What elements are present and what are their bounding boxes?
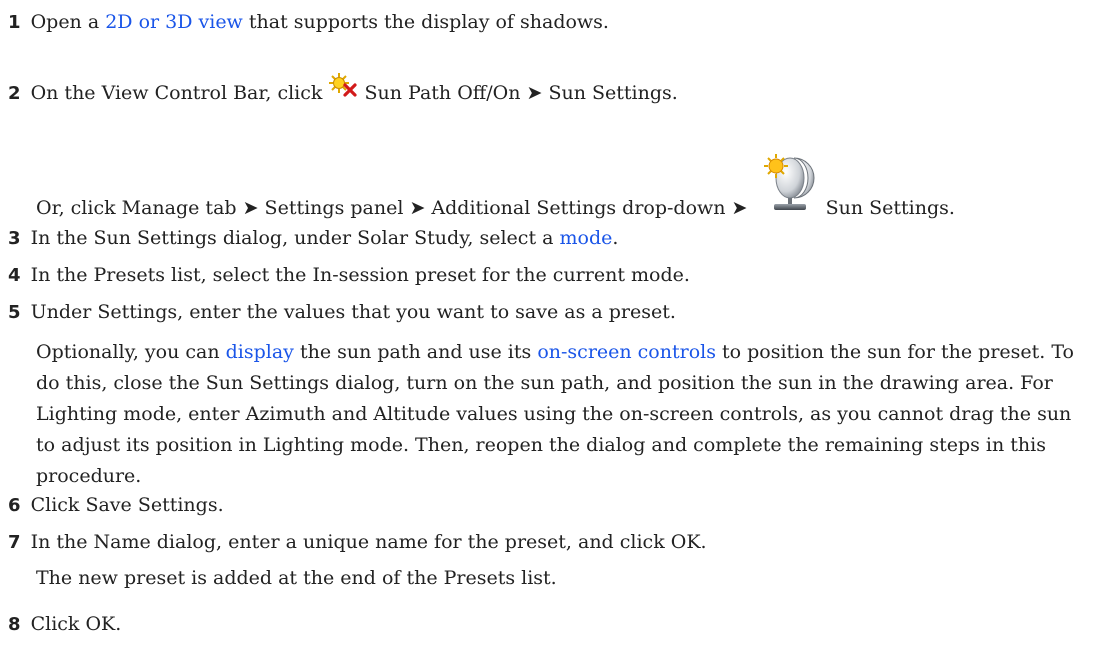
step-5-note: Optionally, you can display the sun path… bbox=[36, 337, 1086, 492]
step-text: that supports the display of shadows. bbox=[248, 11, 609, 33]
step-2-alternative: Or, click Manage tab ➤ Settings panel ➤ … bbox=[36, 154, 955, 220]
step-number: 4 bbox=[8, 265, 21, 286]
step-text: Sun Path Off/On ➤ Sun Settings. bbox=[364, 82, 678, 104]
step-number: 6 bbox=[8, 495, 21, 516]
step-text: Sun Settings. bbox=[825, 197, 955, 219]
step-7-note: The new preset is added at the end of th… bbox=[36, 566, 557, 590]
step-1: 1 Open a 2D or 3D view that supports the… bbox=[8, 10, 609, 35]
step-5: 5 Under Settings, enter the values that … bbox=[8, 300, 676, 325]
sun-path-off-icon bbox=[328, 72, 358, 98]
step-number: 5 bbox=[8, 302, 21, 323]
step-2: 2 On the View Control Bar, click Sun Pat… bbox=[8, 73, 678, 106]
step-text: In the Sun Settings dialog, under Solar … bbox=[30, 227, 554, 249]
step-text: Open a bbox=[30, 11, 100, 33]
step-text: Click OK. bbox=[30, 613, 122, 635]
note-text: Optionally, you can bbox=[36, 341, 220, 363]
step-text: Click Save Settings. bbox=[30, 494, 224, 516]
link-display[interactable]: display bbox=[226, 341, 294, 363]
note-text: The new preset is added at the end of th… bbox=[36, 567, 557, 589]
link-mode[interactable]: mode bbox=[560, 227, 613, 249]
step-text: . bbox=[612, 227, 619, 249]
step-text: Or, click Manage tab ➤ Settings panel ➤ … bbox=[36, 197, 748, 219]
link-on-screen-controls[interactable]: on-screen controls bbox=[537, 341, 716, 363]
step-6: 6 Click Save Settings. bbox=[8, 493, 224, 518]
note-text: the sun path and use its bbox=[299, 341, 532, 363]
step-text: Under Settings, enter the values that yo… bbox=[30, 301, 676, 323]
link-2d-or-3d-view[interactable]: 2D or 3D view bbox=[105, 11, 243, 33]
step-number: 2 bbox=[8, 83, 21, 104]
step-text: In the Presets list, select the In-sessi… bbox=[30, 264, 690, 286]
step-4: 4 In the Presets list, select the In-ses… bbox=[8, 263, 690, 288]
sun-settings-icon bbox=[760, 152, 820, 214]
step-text: On the View Control Bar, click bbox=[30, 82, 323, 104]
step-7: 7 In the Name dialog, enter a unique nam… bbox=[8, 530, 707, 555]
step-8: 8 Click OK. bbox=[8, 612, 121, 637]
step-text: In the Name dialog, enter a unique name … bbox=[30, 531, 707, 553]
step-number: 7 bbox=[8, 532, 21, 553]
step-3: 3 In the Sun Settings dialog, under Sola… bbox=[8, 226, 618, 251]
step-number: 8 bbox=[8, 614, 21, 635]
step-number: 3 bbox=[8, 228, 21, 249]
step-number: 1 bbox=[8, 12, 21, 33]
